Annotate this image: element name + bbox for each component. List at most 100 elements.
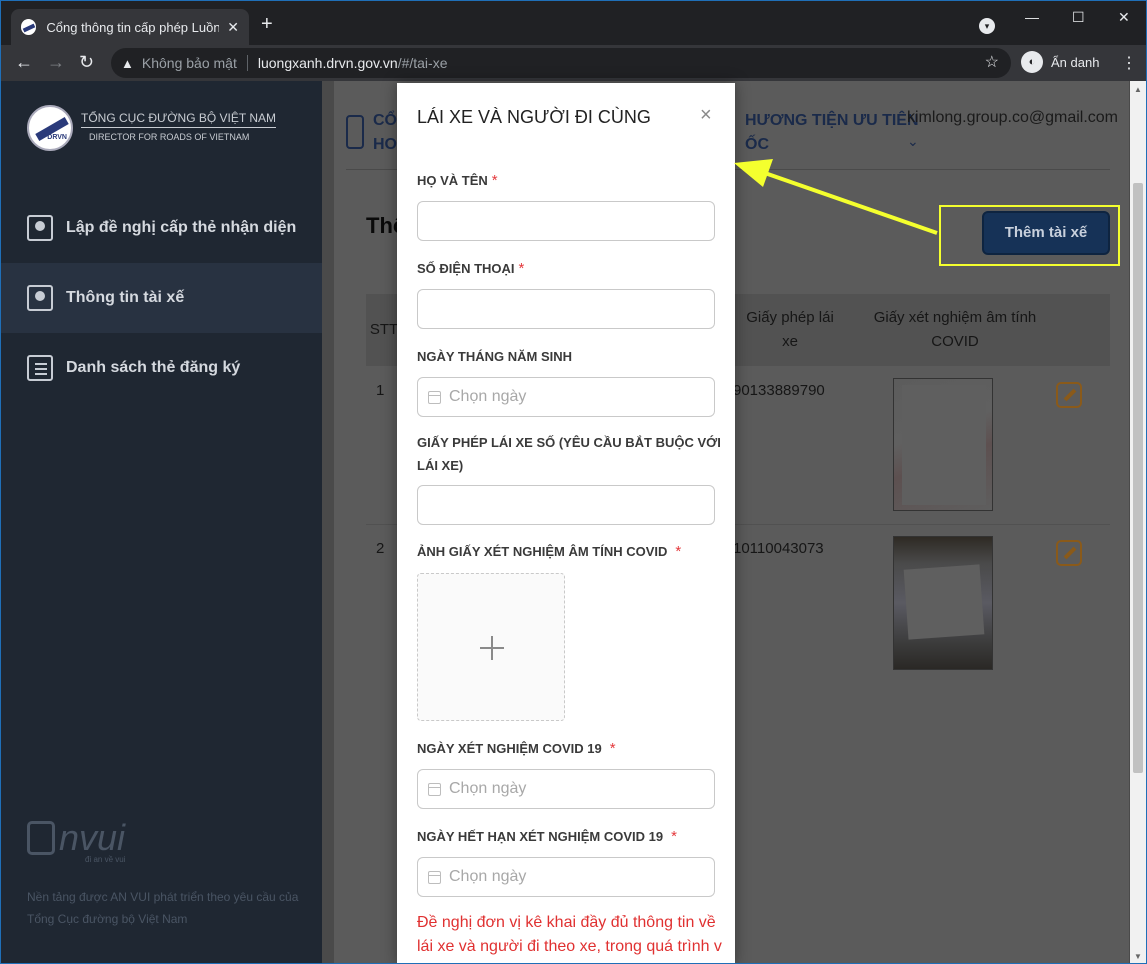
row2-edit-icon[interactable]: [1056, 540, 1082, 566]
window-close-icon[interactable]: ✕: [1118, 9, 1130, 26]
date-placeholder: Chọn ngày: [449, 388, 527, 405]
logo-subtitle: DIRECTOR FOR ROADS OF VIETNAM: [89, 132, 250, 142]
logo-abbr: DRVN: [47, 134, 67, 141]
modal-title: LÁI XE VÀ NGƯỜI ĐI CÙNG: [417, 107, 651, 127]
drvn-logo[interactable]: DRVN TỔNG CỤC ĐƯỜNG BỘ VIỆT NAM DIRECTOR…: [27, 105, 276, 151]
portal-list-icon: [346, 115, 364, 149]
covid-photo-upload[interactable]: [417, 573, 565, 721]
col-header-license-line2: xe: [782, 333, 798, 350]
footer-text: Nền tảng được AN VUI phát triển theo yêu…: [27, 890, 299, 926]
back-arrow-icon[interactable]: ←: [15, 51, 33, 73]
birth-date-label: NGÀY THÁNG NĂM SINH: [417, 349, 573, 364]
sidebar-item-card-list[interactable]: Danh sách thẻ đăng ký: [1, 333, 322, 403]
phone-label-text: SỐ ĐIỆN THOẠI: [417, 261, 515, 276]
browser-toolbar: ← → ↻ ▲ Không bảo mật luongxanh.drvn.gov…: [1, 45, 1146, 81]
chevron-down-icon[interactable]: ⌄: [907, 133, 919, 150]
required-mark: *: [671, 828, 677, 845]
reload-icon[interactable]: ↻: [79, 51, 94, 73]
drvn-emblem-icon: DRVN: [27, 105, 73, 151]
address-bar[interactable]: ▲ Không bảo mật luongxanh.drvn.gov.vn /#…: [111, 48, 1011, 78]
col-header-covid-line2: COVID: [931, 333, 979, 350]
brand-tagline: đi an về vui: [85, 855, 126, 864]
license-input[interactable]: [417, 485, 715, 525]
date-placeholder: Chọn ngày: [449, 780, 527, 797]
annotation-highlight-box: [939, 205, 1120, 266]
minimize-icon[interactable]: —: [1025, 9, 1039, 25]
browser-menu-icon[interactable]: ⋮: [1121, 53, 1137, 73]
covid-test-date-label-text: NGÀY XÉT NGHIỆM COVID 19: [417, 741, 602, 756]
sidebar-item-driver-info[interactable]: Thông tin tài xế: [1, 263, 322, 333]
tab-title: Cổng thông tin cấp phép Luồng: [46, 19, 220, 35]
full-name-label: HỌ VÀ TÊN *: [417, 169, 722, 192]
phone-input[interactable]: [417, 289, 715, 329]
row1-license: 90133889790: [733, 382, 825, 399]
full-name-input[interactable]: [417, 201, 715, 241]
maximize-icon[interactable]: ☐: [1072, 9, 1085, 26]
logo-title: TỔNG CỤC ĐƯỜNG BỘ VIỆT NAM: [81, 111, 276, 128]
modal-notice: Đề nghị đơn vị kê khai đầy đủ thông tin …: [417, 914, 722, 955]
row2-covid-photo[interactable]: [893, 536, 993, 670]
sidebar-item-request-card[interactable]: Lập đề nghị cấp thẻ nhận diện: [1, 193, 322, 263]
list-edit-icon: [27, 355, 53, 381]
col-header-license-line1: Giấy phép lái: [746, 309, 834, 326]
covid-expiry-date-picker[interactable]: Chọn ngày: [417, 857, 715, 897]
row1-covid-photo[interactable]: [893, 378, 993, 511]
topnav-priority-line2: ỐC: [745, 136, 769, 153]
row2-stt: 2: [376, 540, 385, 557]
covid-test-date-picker[interactable]: Chọn ngày: [417, 769, 715, 809]
url-host: luongxanh.drvn.gov.vn: [257, 55, 398, 71]
driver-modal: LÁI XE VÀ NGƯỜI ĐI CÙNG × HỌ VÀ TÊN * SỐ …: [397, 83, 735, 963]
col-header-covid-line1: Giấy xét nghiệm âm tính: [873, 309, 1037, 326]
phone-label: SỐ ĐIỆN THOẠI *: [417, 257, 722, 280]
id-card-icon: [27, 285, 53, 311]
forward-arrow-icon[interactable]: →: [47, 51, 65, 73]
site-favicon-icon: [21, 19, 37, 35]
modal-close-icon[interactable]: ×: [700, 105, 712, 125]
date-placeholder: Chọn ngày: [449, 868, 527, 885]
required-mark: *: [491, 172, 498, 189]
warning-triangle-icon: ▲: [121, 55, 134, 71]
browser-window: Cổng thông tin cấp phép Luồng ✕ + ▾ — ☐ …: [0, 0, 1147, 964]
sidebar-item-label: Danh sách thẻ đăng ký: [66, 359, 241, 376]
user-email[interactable]: kimlong.group.co@gmail.com: [907, 109, 1118, 127]
brand-word: nvui: [59, 817, 126, 858]
not-secure-label: Không bảo mật: [141, 55, 237, 71]
new-tab-button[interactable]: +: [261, 14, 273, 34]
row1-edit-icon[interactable]: [1056, 382, 1082, 408]
page-scrollbar[interactable]: ▲ ▼: [1130, 81, 1146, 963]
calendar-icon: [428, 782, 441, 796]
calendar-icon: [428, 870, 441, 884]
covid-photo-label-text: ẢNH GIẤY XÉT NGHIỆM ÂM TÍNH COVID: [417, 544, 668, 559]
row2-license: 10110043073: [733, 540, 824, 557]
sidebar-item-label: Thông tin tài xế: [66, 289, 185, 306]
sidebar: DRVN TỔNG CỤC ĐƯỜNG BỘ VIỆT NAM DIRECTOR…: [1, 81, 322, 963]
browser-titlebar: Cổng thông tin cấp phép Luồng ✕ + ▾ — ☐ …: [1, 1, 1146, 45]
sidebar-item-label: Lập đề nghị cấp thẻ nhận diện: [66, 219, 297, 236]
covid-photo-label: ẢNH GIẤY XÉT NGHIỆM ÂM TÍNH COVID *: [417, 540, 722, 563]
required-mark: *: [518, 260, 525, 277]
scroll-up-icon[interactable]: ▲: [1134, 85, 1142, 94]
bookmark-star-icon[interactable]: ☆: [985, 52, 999, 72]
tab-close-icon[interactable]: ✕: [227, 19, 239, 36]
scroll-thumb[interactable]: [1133, 183, 1143, 773]
birth-date-picker[interactable]: Chọn ngày: [417, 377, 715, 417]
covid-expiry-date-label-text: NGÀY HẾT HẠN XÉT NGHIỆM COVID 19: [417, 829, 664, 844]
tab-search-icon[interactable]: ▾: [979, 18, 995, 34]
topnav-priority-line1: HƯƠNG TIỆN ƯU TIÊN: [745, 112, 919, 129]
col-header-license: Giấy phép lái xe: [732, 306, 848, 354]
scroll-down-icon[interactable]: ▼: [1134, 952, 1142, 961]
id-card-icon: [27, 215, 53, 241]
anvui-brand: nvui đi an về vui Nền tảng được AN VUI p…: [27, 817, 317, 930]
incognito-label: Ẩn danh: [1051, 54, 1100, 70]
full-name-label-text: HỌ VÀ TÊN: [417, 173, 488, 188]
plus-icon-vertical: [491, 636, 493, 660]
license-label: GIẤY PHÉP LÁI XE SỐ (YÊU CẦU BẮT BUỘC VỚ…: [417, 435, 721, 473]
covid-test-date-label: NGÀY XÉT NGHIỆM COVID 19 *: [417, 737, 722, 760]
topnav-priority-vehicles[interactable]: HƯƠNG TIỆN ƯU TIÊN ỐC: [745, 109, 919, 157]
browser-tab[interactable]: Cổng thông tin cấp phép Luồng ✕: [11, 9, 249, 45]
required-mark: *: [609, 740, 616, 757]
covid-expiry-date-label: NGÀY HẾT HẠN XÉT NGHIỆM COVID 19 *: [417, 825, 722, 848]
bus-icon: [27, 821, 55, 855]
col-header-covid: Giấy xét nghiệm âm tính COVID: [853, 306, 1057, 354]
incognito-indicator[interactable]: ◐ Ẩn danh: [1021, 51, 1099, 73]
